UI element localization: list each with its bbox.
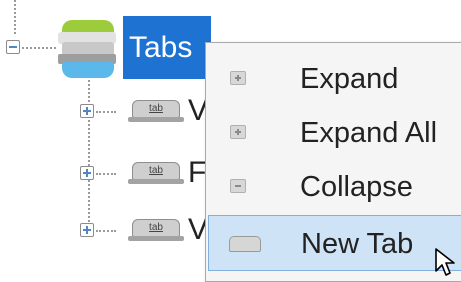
tab-icon-text: tab bbox=[132, 162, 180, 180]
tab-icon-text: tab bbox=[132, 219, 180, 237]
menu-item-label: Expand All bbox=[300, 117, 438, 149]
tabs-stack-icon bbox=[56, 18, 120, 80]
tree-connector-top bbox=[14, 0, 16, 34]
menu-item-label: Collapse bbox=[300, 171, 413, 203]
tree-connector-child-2 bbox=[96, 173, 116, 175]
collapse-icon bbox=[230, 179, 246, 193]
expand-icon bbox=[230, 71, 246, 85]
expand-toggle-icon[interactable] bbox=[80, 104, 94, 118]
tab-icon: tab bbox=[128, 160, 184, 186]
menu-item-collapse[interactable]: Collapse bbox=[208, 159, 461, 215]
tree-connector-children bbox=[88, 80, 90, 230]
tree-node-child-2-label[interactable]: F bbox=[188, 156, 206, 190]
tree-connector-root bbox=[22, 47, 56, 49]
expand-toggle-icon[interactable] bbox=[80, 223, 94, 237]
menu-item-new-tab[interactable]: New Tab bbox=[208, 215, 461, 271]
expand-all-icon bbox=[230, 125, 246, 139]
tree-connector-child-1 bbox=[96, 111, 116, 113]
tab-icon: tab bbox=[128, 98, 184, 124]
new-tab-icon bbox=[229, 236, 261, 252]
menu-item-label: New Tab bbox=[301, 228, 414, 260]
mouse-pointer-icon bbox=[435, 248, 455, 276]
tab-icon-text: tab bbox=[132, 100, 180, 118]
menu-item-label: Expand bbox=[300, 63, 399, 95]
menu-item-expand-all[interactable]: Expand All bbox=[208, 105, 461, 161]
collapse-toggle-icon[interactable] bbox=[6, 40, 20, 54]
tree-node-tabs[interactable]: Tabs bbox=[123, 16, 211, 79]
menu-item-expand[interactable]: Expand bbox=[208, 51, 461, 107]
expand-toggle-icon[interactable] bbox=[80, 166, 94, 180]
tree-connector-child-3 bbox=[96, 230, 116, 232]
context-menu: Expand Expand All Collapse New Tab bbox=[205, 42, 461, 282]
tab-icon: tab bbox=[128, 217, 184, 243]
